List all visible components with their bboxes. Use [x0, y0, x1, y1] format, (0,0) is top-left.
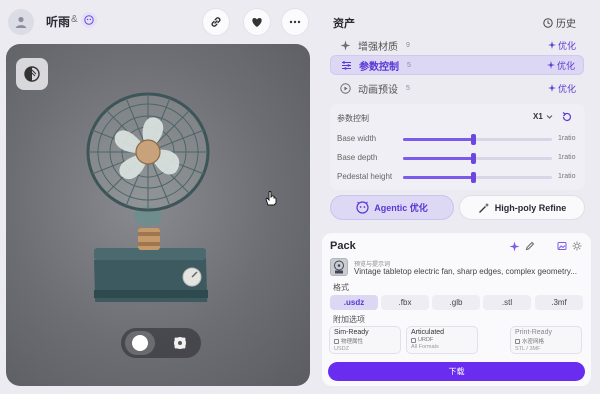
assets-title: 资产	[333, 18, 355, 30]
asset-count: 9	[406, 41, 410, 49]
favorite-button[interactable]	[243, 8, 271, 36]
edit-button[interactable]	[524, 240, 536, 252]
slider-label: Pedestal height	[337, 172, 393, 181]
ai-generate-button[interactable]	[508, 240, 520, 252]
format-label: 格式	[333, 283, 349, 292]
half-circle-icon	[24, 66, 40, 82]
prompt-text[interactable]: Vintage tabletop electric fan, sharp edg…	[354, 267, 584, 276]
multiplier-select[interactable]: X1	[533, 112, 553, 121]
format-option[interactable]: .fbx	[381, 295, 429, 310]
option-sim-ready[interactable]: Sim-Ready 物理属性 USDZ	[329, 326, 401, 354]
sparkle-icon	[340, 40, 350, 50]
slider-label: Base depth	[337, 153, 378, 162]
format-option[interactable]: .3mf	[535, 295, 583, 310]
gear-icon	[572, 241, 582, 251]
format-option[interactable]: .usdz	[330, 295, 378, 310]
asset-row-params[interactable]: 参数控制 5 优化	[330, 55, 584, 75]
link-icon	[211, 17, 221, 27]
hand-cursor-icon	[265, 191, 277, 206]
gallery-button[interactable]	[556, 240, 568, 252]
reset-icon	[562, 112, 572, 121]
user-name: 听雨	[46, 15, 71, 29]
slider-thumb[interactable]	[471, 134, 477, 145]
checkbox-icon[interactable]	[334, 338, 339, 344]
slider-track[interactable]	[403, 172, 552, 183]
asset-count: 5	[407, 61, 411, 69]
agent-face-icon	[84, 15, 94, 25]
render-mode-toggle[interactable]	[121, 328, 201, 358]
slider-fill	[403, 138, 474, 141]
texture-mode-option[interactable]	[165, 331, 195, 355]
image-icon	[557, 242, 567, 250]
slider-track[interactable]	[403, 153, 552, 164]
preview-thumbnail[interactable]	[330, 258, 348, 276]
history-button[interactable]: 历史	[543, 15, 576, 30]
asset-label: 参数控制	[359, 61, 399, 73]
texture-mode-icon	[174, 337, 186, 349]
format-option[interactable]: .glb	[432, 295, 480, 310]
chevron-down-icon	[546, 115, 553, 119]
magic-wand-icon	[478, 202, 489, 213]
reset-button[interactable]	[561, 110, 573, 128]
lighting-mode-button[interactable]	[16, 58, 48, 90]
slider-value: 1ratio	[558, 154, 576, 161]
play-circle-icon	[339, 82, 351, 94]
slider-fill	[403, 157, 474, 160]
checkbox-icon[interactable]	[411, 337, 416, 343]
solid-mode-icon	[132, 335, 148, 351]
download-button[interactable]: 下载	[328, 362, 585, 381]
agentic-optimize-button[interactable]: Agentic 优化	[330, 195, 454, 220]
user-avatar[interactable]	[8, 9, 34, 35]
optimize-button[interactable]: 优化	[547, 82, 576, 95]
history-label: 历史	[556, 19, 576, 30]
high-poly-refine-button[interactable]: High-poly Refine	[459, 195, 585, 220]
pencil-icon	[525, 241, 535, 251]
share-link-button[interactable]	[202, 8, 230, 36]
clock-icon	[543, 17, 553, 28]
collaborator-badge[interactable]	[81, 12, 97, 28]
asset-label: 动画预设	[358, 84, 398, 96]
asset-row-materials[interactable]: 增强材质 9 优化	[330, 35, 584, 55]
slider-value: 1ratio	[558, 135, 576, 142]
asset-count: 5	[406, 84, 410, 92]
model-viewport[interactable]	[6, 44, 310, 386]
option-articulated[interactable]: Articulated URDF All Formats	[406, 326, 478, 354]
sparkle-icon	[509, 241, 519, 251]
slider-track[interactable]	[403, 134, 552, 145]
collab-separator: &	[71, 14, 78, 25]
sparkle-icon	[546, 61, 555, 69]
more-options-button[interactable]	[281, 8, 309, 36]
checkbox-icon[interactable]	[515, 338, 520, 344]
fan-model-preview	[86, 92, 210, 302]
agent-face-icon	[356, 201, 369, 214]
optimize-button[interactable]: 优化	[547, 39, 576, 52]
fan-thumbnail-icon	[334, 260, 344, 274]
slider-label: Base width	[337, 134, 377, 143]
more-icon	[289, 20, 301, 24]
pack-title: Pack	[330, 240, 356, 252]
high-poly-refine-label: High-poly Refine	[494, 202, 567, 213]
format-option[interactable]: .stl	[483, 295, 531, 310]
sparkle-icon	[547, 41, 556, 49]
user-icon	[15, 16, 27, 28]
param-control-title: 参数控制	[337, 114, 369, 123]
option-print-ready[interactable]: Print-Ready 水密网格 STL / 3MF	[510, 326, 582, 354]
extras-label: 附加选项	[333, 315, 365, 324]
optimize-button[interactable]: 优化	[546, 59, 575, 72]
slider-thumb[interactable]	[471, 153, 477, 164]
slider-fill	[403, 176, 474, 179]
settings-button[interactable]	[571, 240, 583, 252]
heart-icon	[252, 18, 262, 27]
sparkle-icon	[547, 84, 556, 92]
asset-label: 增强材质	[358, 41, 398, 53]
asset-row-animation[interactable]: 动画预设 5 优化	[330, 78, 584, 98]
agentic-optimize-label: Agentic 优化	[374, 203, 428, 213]
slider-value: 1ratio	[558, 173, 576, 180]
sliders-icon	[341, 60, 351, 70]
slider-thumb[interactable]	[471, 172, 477, 183]
solid-mode-option[interactable]	[125, 331, 155, 355]
